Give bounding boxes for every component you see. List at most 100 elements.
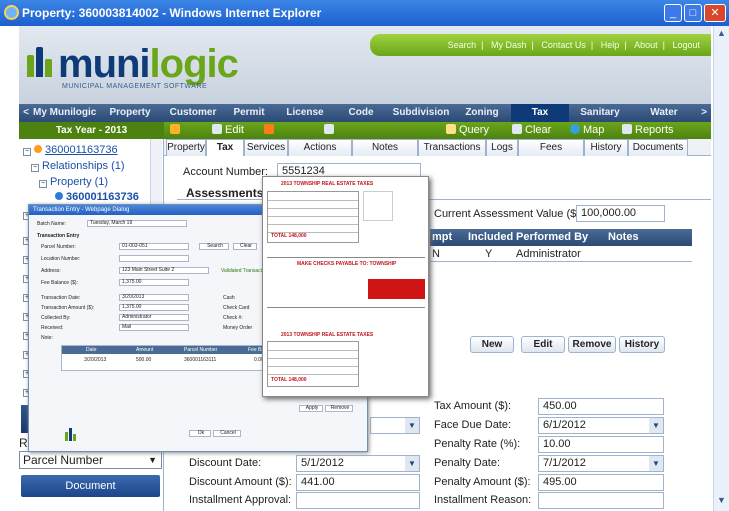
clear-dialog-button[interactable]: Clear — [233, 243, 257, 250]
tree-property-id[interactable]: 360001163736 — [55, 191, 139, 203]
cash-radio[interactable]: Cash — [223, 295, 235, 301]
nav-next-icon[interactable]: > — [697, 104, 711, 122]
search-link[interactable]: Search — [448, 40, 477, 50]
current-assessment-field[interactable]: 100,000.00 — [576, 205, 665, 222]
reports-button[interactable]: Reports — [622, 122, 674, 139]
nav-permit[interactable]: Permit — [221, 104, 277, 122]
maximize-button[interactable]: □ — [684, 4, 702, 22]
query-button[interactable]: Query — [446, 122, 489, 139]
ie-icon — [4, 5, 19, 20]
penalty-date-field[interactable]: 7/1/2012 ▼ — [538, 455, 664, 472]
left-column-dropdown[interactable]: ▼ — [370, 417, 420, 434]
table-row[interactable]: 3/20/2013 — [84, 357, 106, 363]
new-button[interactable]: New — [470, 336, 514, 353]
close-button[interactable]: ✕ — [704, 4, 726, 22]
minimize-button[interactable]: _ — [664, 4, 682, 22]
history-button[interactable]: History — [619, 336, 665, 353]
delete-icon[interactable] — [264, 122, 277, 139]
edit-assessment-button[interactable]: Edit — [521, 336, 565, 353]
nav-code[interactable]: Code — [333, 104, 389, 122]
nav-property[interactable]: Property — [95, 104, 165, 122]
apply-button[interactable]: Apply — [299, 405, 323, 412]
parcel-input[interactable]: 01-003-051 — [119, 243, 189, 250]
nav-sanitary[interactable]: Sanitary — [569, 104, 631, 122]
document-button[interactable]: Document — [21, 475, 160, 497]
tab-documents[interactable]: Documents — [628, 139, 688, 156]
map-button[interactable]: Map — [570, 122, 604, 139]
tree-relationships[interactable]: − Relationships (1) — [31, 160, 125, 172]
table-row[interactable]: N Y Administrator — [430, 246, 692, 262]
received-label: Received: — [41, 325, 64, 331]
nav-zoning[interactable]: Zoning — [453, 104, 511, 122]
globe-icon — [570, 124, 580, 134]
money-order-radio[interactable]: Money Order — [223, 325, 252, 331]
cancel-button[interactable]: Cancel — [213, 430, 241, 437]
top-links: Search | My Dash | Contact Us | Help | About… — [370, 34, 711, 56]
nav-my-munilogic[interactable]: My Munilogic — [33, 104, 96, 122]
check-card-radio[interactable]: Check Card — [223, 305, 249, 311]
tab-services[interactable]: Services — [244, 139, 288, 156]
nav-license[interactable]: License — [277, 104, 333, 122]
discount-date-field[interactable]: 5/1/2012 ▼ — [296, 455, 420, 472]
discount-amount-field[interactable]: 441.00 — [296, 474, 420, 491]
installment-reason-field[interactable] — [538, 492, 664, 509]
received-select[interactable]: Mail — [119, 324, 189, 331]
clear-button[interactable]: Clear — [512, 122, 551, 139]
tab-logs[interactable]: Logs — [486, 139, 518, 156]
contact-link[interactable]: Contact Us — [541, 40, 586, 50]
penalty-amount-field[interactable]: 495.00 — [538, 474, 664, 491]
penalty-amount-label: Penalty Amount ($): — [434, 476, 531, 488]
face-due-date-field[interactable]: 6/1/2012 ▼ — [538, 417, 664, 434]
scroll-up-icon[interactable]: ▲ — [715, 28, 728, 42]
batch-select[interactable]: Tuesday, March 19 — [87, 220, 187, 227]
tab-history[interactable]: History — [584, 139, 628, 156]
penalty-rate-field[interactable]: 10.00 — [538, 436, 664, 453]
penalty-rate-label: Penalty Rate (%): — [434, 438, 521, 450]
ok-button[interactable]: Ok — [189, 430, 211, 437]
search-button[interactable]: Search — [199, 243, 229, 250]
window-title: Property: 360003814002 - Windows Interne… — [22, 6, 322, 20]
tab-fees[interactable]: Fees — [518, 139, 584, 156]
about-link[interactable]: About — [634, 40, 658, 50]
installment-approval-field[interactable] — [296, 492, 420, 509]
nav-prev-icon[interactable]: < — [19, 104, 33, 122]
my-dash-link[interactable]: My Dash — [491, 40, 527, 50]
nav-subdivision[interactable]: Subdivision — [389, 104, 453, 122]
remove-button[interactable]: Remove — [568, 336, 616, 353]
refresh-icon[interactable] — [324, 122, 337, 139]
tab-tax[interactable]: Tax — [206, 139, 244, 157]
tab-transactions[interactable]: Transactions — [418, 139, 486, 156]
remove-dialog-button[interactable]: Remove — [325, 405, 353, 412]
check-number-radio[interactable]: Check #: — [223, 315, 243, 321]
add-icon[interactable] — [170, 122, 183, 139]
current-assessment-label: Current Assessment Value ($): — [434, 208, 583, 220]
logout-link[interactable]: Logout — [672, 40, 700, 50]
tree-property[interactable]: − Property (1) — [39, 176, 108, 188]
address-input[interactable]: 123 Main Street Suite 2 — [119, 267, 209, 274]
fee-balance-input[interactable]: 1,375.00 — [119, 279, 189, 286]
transaction-date-input[interactable]: 3/20/2013 — [119, 294, 189, 301]
penalty-date-label: Penalty Date: — [434, 457, 501, 469]
col-exempt: mpt — [432, 231, 453, 243]
location-input[interactable] — [119, 255, 189, 262]
tab-notes[interactable]: Notes — [352, 139, 418, 156]
nav-customer[interactable]: Customer — [165, 104, 221, 122]
tree-scrollbar[interactable] — [150, 139, 162, 211]
parcel-number-select[interactable]: Parcel Number ▼ — [19, 451, 162, 469]
section-title: Transaction Entry — [37, 233, 80, 239]
nav-tax[interactable]: Tax — [511, 104, 569, 122]
bill-total-2: TOTAL 148,000 — [271, 377, 307, 383]
page-scrollbar[interactable]: ▲ ▼ — [713, 26, 729, 511]
tab-actions[interactable]: Actions — [288, 139, 352, 156]
transaction-amount-input[interactable]: 1,375.00 — [119, 304, 189, 311]
tab-property[interactable]: Property — [166, 139, 206, 156]
nav-water[interactable]: Water — [631, 104, 697, 122]
collected-by-select[interactable]: Administrator — [119, 314, 189, 321]
calendar-dropdown-icon: ▼ — [649, 456, 663, 471]
scroll-down-icon[interactable]: ▼ — [715, 495, 728, 509]
col-included: Included — [468, 231, 514, 243]
help-link[interactable]: Help — [601, 40, 620, 50]
tax-amount-field[interactable]: 450.00 — [538, 398, 664, 415]
tree-root[interactable]: −360001163736 — [23, 144, 118, 156]
edit-button[interactable]: Edit — [212, 122, 244, 139]
